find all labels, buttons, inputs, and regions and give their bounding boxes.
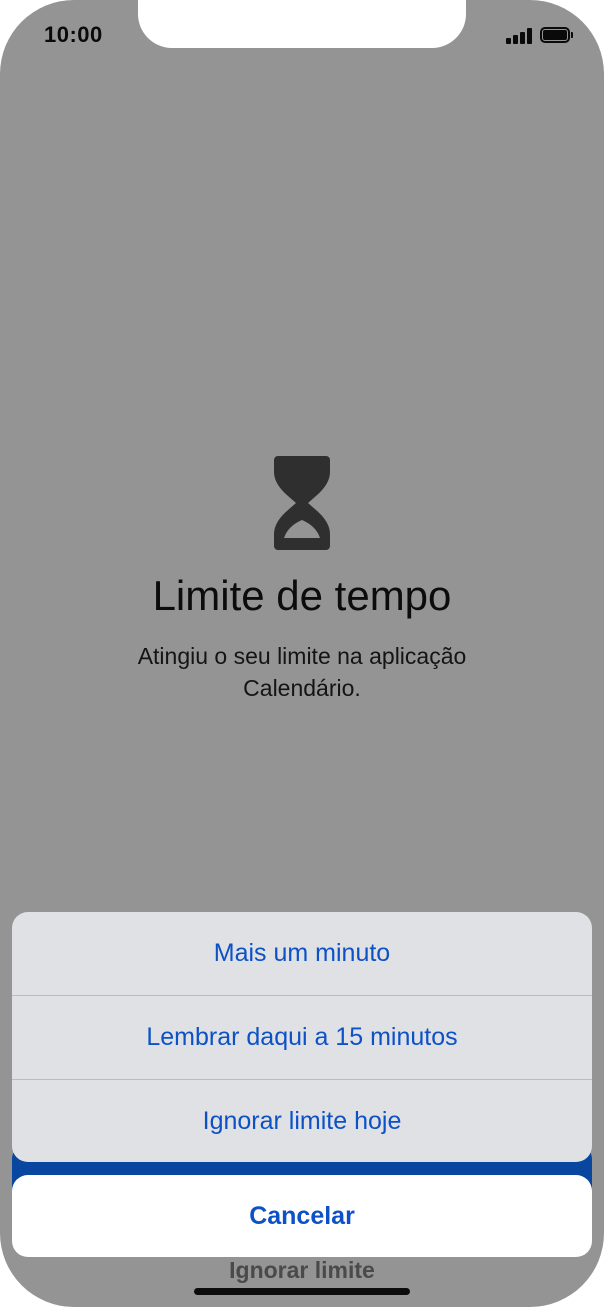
hourglass-icon (274, 456, 330, 550)
battery-icon (540, 27, 573, 43)
limit-message: Atingiu o seu limite na aplicação Calend… (137, 643, 467, 701)
notch (138, 0, 466, 48)
home-indicator[interactable] (194, 1288, 410, 1295)
remind-in-15-minutes-button[interactable]: Lembrar daqui a 15 minutos (12, 996, 592, 1079)
one-more-minute-button[interactable]: Mais um minuto (12, 912, 592, 995)
status-time: 10:00 (44, 22, 103, 47)
cellular-signal-icon (506, 28, 536, 44)
ignore-limit-today-button[interactable]: Ignorar limite hoje (12, 1080, 592, 1162)
page-title: Limite de tempo (152, 572, 452, 619)
cancel-button[interactable]: Cancelar (12, 1175, 592, 1257)
action-sheet: Mais um minuto Lembrar daqui a 15 minuto… (12, 912, 592, 1162)
ignore-limit-button: Ignorar limite (229, 1257, 375, 1283)
phone-screen: 10:00 Limite de tempo Atingiu o seu limi… (0, 0, 604, 1307)
